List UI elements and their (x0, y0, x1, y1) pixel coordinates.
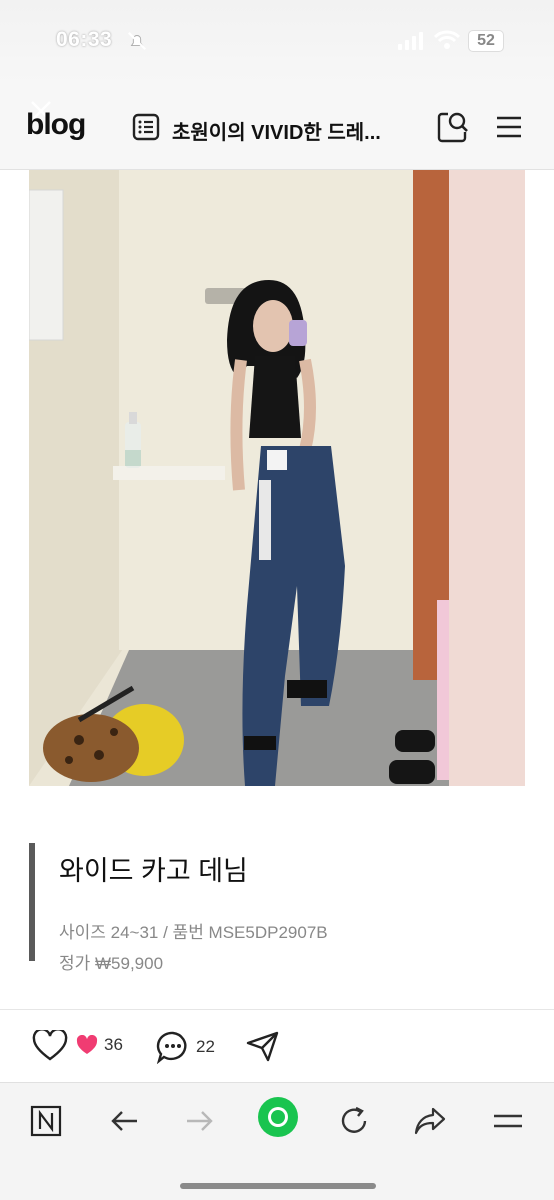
browser-toolbar (0, 1082, 554, 1200)
green-dot-button[interactable] (256, 1095, 300, 1139)
reload-button[interactable] (334, 1101, 374, 1141)
list-icon[interactable] (132, 113, 160, 141)
heart-filled-icon (76, 1035, 98, 1054)
post-actions: 36 22 (0, 1010, 554, 1082)
product-price: 정가 ₩59,900 (59, 954, 164, 973)
comment-icon (156, 1031, 187, 1064)
battery-icon: 52 (468, 30, 504, 52)
menu-icon[interactable] (495, 114, 523, 140)
blog-title[interactable]: 초원이의 VIVID한 드레... (172, 116, 412, 145)
heart-outline-icon (32, 1030, 68, 1061)
post-photo[interactable] (29, 170, 525, 786)
status-bar: 06:33 52 (0, 0, 554, 84)
blog-header: blog 초원이의 VIVID한 드레... (0, 84, 554, 170)
battery-level: 52 (477, 32, 495, 49)
share-arrow-icon (414, 1107, 446, 1135)
green-dot-icon (258, 1097, 298, 1137)
send-icon (246, 1031, 279, 1062)
home-indicator[interactable] (180, 1183, 376, 1189)
forward-button[interactable] (180, 1101, 220, 1141)
like-button[interactable] (32, 1030, 68, 1062)
arrow-left-icon (111, 1111, 137, 1131)
status-time: 06:33 (56, 28, 113, 51)
bell-slash-icon (127, 31, 147, 51)
blog-logo[interactable]: blog (26, 108, 86, 142)
arrow-right-icon (187, 1111, 213, 1131)
wifi-icon (434, 30, 460, 49)
comment-button[interactable]: 22 (156, 1030, 215, 1064)
back-button[interactable] (104, 1101, 144, 1141)
naver-home-button[interactable] (26, 1101, 66, 1141)
fitting-room-photo (29, 170, 525, 786)
two-line-menu-icon (494, 1114, 522, 1128)
post-caption: 와이드 카고 데님 사이즈 24~31 / 품번 MSE5DP2907B 정가 … (29, 843, 529, 973)
naver-n-icon (30, 1105, 62, 1137)
product-detail: 사이즈 24~31 / 품번 MSE5DP2907B (59, 923, 328, 942)
share-button[interactable] (246, 1030, 280, 1062)
comment-count: 22 (196, 1037, 215, 1056)
signal-icon (398, 32, 423, 50)
search-icon[interactable] (436, 110, 470, 144)
product-title: 와이드 카고 데님 (59, 856, 248, 886)
like-count-text: 36 (104, 1035, 123, 1054)
browser-menu-button[interactable] (488, 1101, 528, 1141)
like-count[interactable]: 36 (76, 1035, 123, 1055)
reload-icon (341, 1106, 367, 1133)
share-page-button[interactable] (410, 1101, 450, 1141)
